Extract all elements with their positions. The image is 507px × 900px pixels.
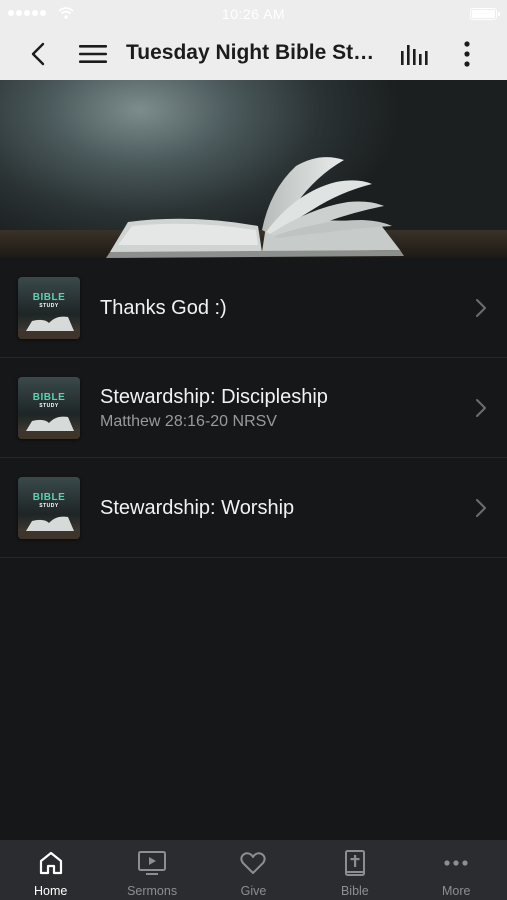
audio-bars-icon (401, 45, 428, 65)
bible-study-thumbnail: BIBLE STUDY (18, 277, 80, 339)
open-book-illustration (0, 157, 507, 258)
audio-button[interactable] (398, 28, 432, 80)
bible-study-thumbnail: BIBLE STUDY (18, 477, 80, 539)
chevron-left-icon (31, 42, 45, 66)
status-time: 10:26 AM (221, 6, 286, 22)
tab-bar: Home Sermons Give Bible More (0, 840, 507, 900)
bible-cross-icon (344, 850, 365, 876)
study-list: BIBLE STUDY Thanks God :) BIBLE STUDY St… (0, 258, 507, 558)
battery-icon (470, 8, 500, 20)
tab-sermons[interactable]: Sermons (101, 840, 202, 900)
chevron-right-icon (476, 299, 486, 317)
bible-study-thumbnail: BIBLE STUDY (18, 377, 80, 439)
status-bar: 10:26 AM (0, 0, 507, 28)
tab-give[interactable]: Give (203, 840, 304, 900)
home-icon (39, 851, 62, 875)
nav-bar: Tuesday Night Bible Stu... (0, 28, 507, 80)
list-item[interactable]: BIBLE STUDY Thanks God :) (0, 258, 507, 358)
tab-more[interactable]: More (406, 840, 507, 900)
chevron-right-icon (476, 399, 486, 417)
dots-icon (444, 860, 468, 866)
tab-home[interactable]: Home (0, 840, 101, 900)
tab-bible[interactable]: Bible (304, 840, 405, 900)
item-title: Stewardship: Discipleship (100, 385, 328, 408)
tv-play-icon (138, 851, 167, 875)
page-title: Tuesday Night Bible Stu... (126, 41, 381, 64)
heart-icon (240, 852, 267, 874)
hero-banner-image (0, 80, 507, 258)
more-options-button[interactable] (452, 28, 482, 80)
list-item[interactable]: BIBLE STUDY Stewardship: Worship (0, 458, 507, 558)
back-button[interactable] (22, 28, 54, 80)
kebab-menu-icon (464, 41, 470, 67)
menu-button[interactable] (76, 28, 110, 80)
hamburger-icon (79, 45, 107, 63)
item-title: Stewardship: Worship (100, 496, 295, 519)
item-title: Thanks God :) (100, 296, 227, 319)
chevron-right-icon (476, 499, 486, 517)
item-subtitle: Matthew 28:16-20 NRSV (100, 412, 277, 430)
list-item[interactable]: BIBLE STUDY Stewardship: Discipleship Ma… (0, 358, 507, 458)
